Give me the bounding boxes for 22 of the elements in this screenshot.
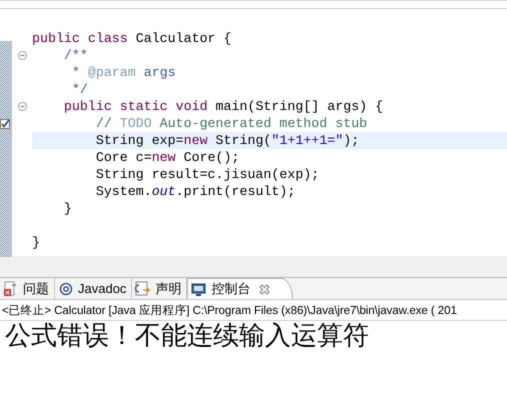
code-line: String result=c.jisuan(exp); <box>94 166 320 183</box>
code-line: */ <box>70 81 89 98</box>
declaration-icon <box>135 281 150 296</box>
error-list-icon <box>3 281 18 296</box>
code-line: * @param args <box>70 64 177 81</box>
code-line: Core c=new Core(); <box>94 149 240 166</box>
code-line: public static void main(String[] args) { <box>62 98 384 115</box>
code-line: } <box>32 234 41 251</box>
task-icon[interactable] <box>0 118 11 129</box>
code-line: public class Calculator { <box>32 30 232 47</box>
monitor-icon <box>191 282 206 296</box>
code-line: } <box>62 200 73 217</box>
console-header: <已终止> Calculator [Java 应用程序] C:\Program Files (x86)\Java\jre7\bin\javaw.exe ( 201 <box>0 300 507 321</box>
console-output: 公式错误！不能连续输入运算符 <box>4 321 370 351</box>
code-line: /** <box>62 47 89 64</box>
view-tab[interactable]: 控制台 <box>187 278 294 299</box>
collapse-icon[interactable] <box>18 102 26 111</box>
code-line: System.out.print(result); <box>94 183 296 200</box>
view-tab[interactable]: 声明 <box>132 278 188 299</box>
close-icon[interactable] <box>259 284 270 294</box>
collapse-icon[interactable] <box>18 51 26 60</box>
code-line: // TODO Auto-generated method stub <box>94 115 368 132</box>
